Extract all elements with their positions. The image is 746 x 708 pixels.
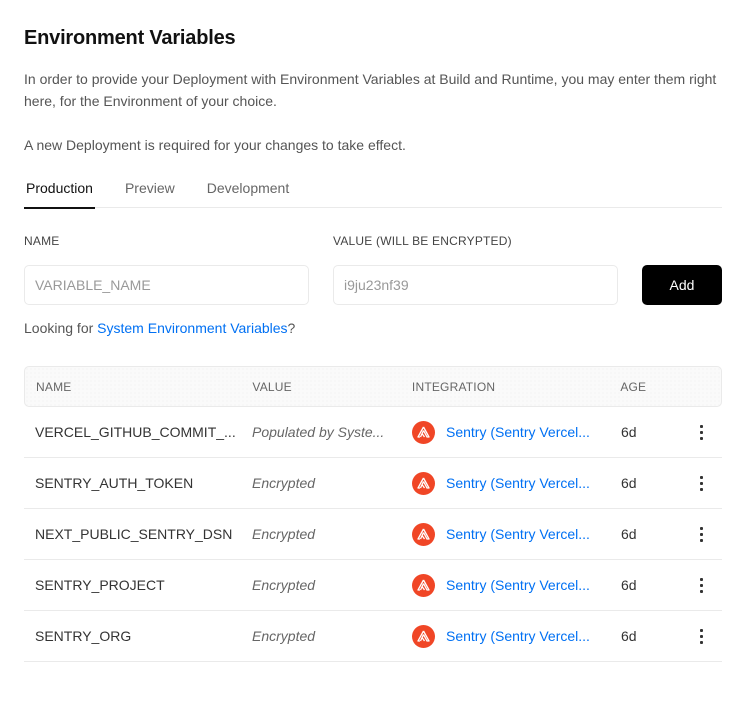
description-text: In order to provide your Deployment with… bbox=[24, 71, 717, 109]
sentry-icon bbox=[412, 471, 435, 495]
variable-name: NEXT_PUBLIC_SENTRY_DSN bbox=[35, 526, 233, 542]
sentry-icon bbox=[412, 573, 435, 597]
column-header-integration: INTEGRATION bbox=[411, 379, 496, 394]
hint-prefix: Looking for bbox=[24, 320, 98, 336]
table-row: VERCEL_GITHUB_COMMIT_... Populated by Sy… bbox=[24, 407, 722, 458]
sentry-icon bbox=[412, 420, 435, 444]
variable-value: Populated by Syste... bbox=[252, 424, 385, 440]
variable-age: 6d bbox=[621, 577, 637, 593]
integration-cell: Sentry (Sentry Vercel... bbox=[401, 420, 610, 444]
variable-value-input[interactable] bbox=[333, 265, 618, 305]
integration-link[interactable]: Sentry (Sentry Vercel... bbox=[446, 577, 590, 593]
tab-preview[interactable]: Preview bbox=[123, 176, 177, 208]
variable-value: Encrypted bbox=[252, 628, 316, 644]
variable-age: 6d bbox=[621, 475, 637, 491]
table-row: SENTRY_ORG Encrypted Sentry (Sentry Verc… bbox=[24, 611, 722, 662]
tab-production[interactable]: Production bbox=[24, 176, 95, 209]
variable-value: Encrypted bbox=[252, 475, 316, 491]
variable-name: SENTRY_ORG bbox=[35, 628, 132, 644]
name-field-label: NAME bbox=[24, 234, 60, 248]
system-env-hint: Looking for System Environment Variables… bbox=[24, 320, 295, 336]
variable-age: 6d bbox=[621, 424, 637, 440]
more-options-icon[interactable] bbox=[696, 422, 706, 442]
variable-value: Encrypted bbox=[252, 526, 316, 542]
table-header: NAME VALUE INTEGRATION AGE bbox=[24, 366, 722, 407]
integration-link[interactable]: Sentry (Sentry Vercel... bbox=[446, 424, 590, 440]
variable-value: Encrypted bbox=[252, 577, 316, 593]
table-body: VERCEL_GITHUB_COMMIT_... Populated by Sy… bbox=[24, 407, 722, 662]
environment-tabs: Production Preview Development bbox=[24, 176, 722, 209]
integration-cell: Sentry (Sentry Vercel... bbox=[401, 573, 610, 597]
tab-development[interactable]: Development bbox=[205, 176, 292, 208]
table-row: NEXT_PUBLIC_SENTRY_DSN Encrypted Sentry … bbox=[24, 509, 722, 560]
more-options-icon[interactable] bbox=[696, 473, 706, 493]
column-header-age: AGE bbox=[620, 379, 647, 394]
variable-age: 6d bbox=[621, 526, 637, 542]
variable-name: SENTRY_AUTH_TOKEN bbox=[35, 475, 194, 491]
add-button[interactable]: Add bbox=[642, 265, 722, 305]
system-env-variables-link[interactable]: System Environment Variables bbox=[97, 320, 287, 336]
variable-name: VERCEL_GITHUB_COMMIT_... bbox=[35, 424, 236, 440]
integration-link[interactable]: Sentry (Sentry Vercel... bbox=[446, 628, 590, 644]
sentry-icon bbox=[412, 522, 435, 546]
env-variables-table: NAME VALUE INTEGRATION AGE VERCEL_GITHUB… bbox=[24, 366, 722, 662]
sentry-icon bbox=[412, 624, 435, 648]
integration-cell: Sentry (Sentry Vercel... bbox=[401, 624, 610, 648]
environment-variables-card: Environment Variables In order to provid… bbox=[0, 0, 746, 708]
integration-link[interactable]: Sentry (Sentry Vercel... bbox=[446, 526, 590, 542]
value-field-label: VALUE (WILL BE ENCRYPTED) bbox=[333, 234, 512, 248]
more-options-icon[interactable] bbox=[696, 626, 706, 646]
table-row: SENTRY_PROJECT Encrypted Sentry (Sentry … bbox=[24, 560, 722, 611]
variable-name-input[interactable] bbox=[24, 265, 309, 305]
more-options-icon[interactable] bbox=[696, 524, 706, 544]
variable-name: SENTRY_PROJECT bbox=[35, 577, 165, 593]
table-row: SENTRY_AUTH_TOKEN Encrypted Sentry (Sent… bbox=[24, 458, 722, 509]
variable-age: 6d bbox=[621, 628, 637, 644]
integration-link[interactable]: Sentry (Sentry Vercel... bbox=[446, 475, 590, 491]
redeploy-notice: A new Deployment is required for your ch… bbox=[24, 137, 406, 153]
integration-cell: Sentry (Sentry Vercel... bbox=[401, 522, 610, 546]
column-header-value: VALUE bbox=[252, 379, 292, 394]
hint-suffix: ? bbox=[287, 320, 296, 336]
more-options-icon[interactable] bbox=[696, 575, 706, 595]
column-header-name: NAME bbox=[36, 379, 72, 394]
integration-cell: Sentry (Sentry Vercel... bbox=[401, 471, 610, 495]
page-title: Environment Variables bbox=[24, 27, 236, 49]
